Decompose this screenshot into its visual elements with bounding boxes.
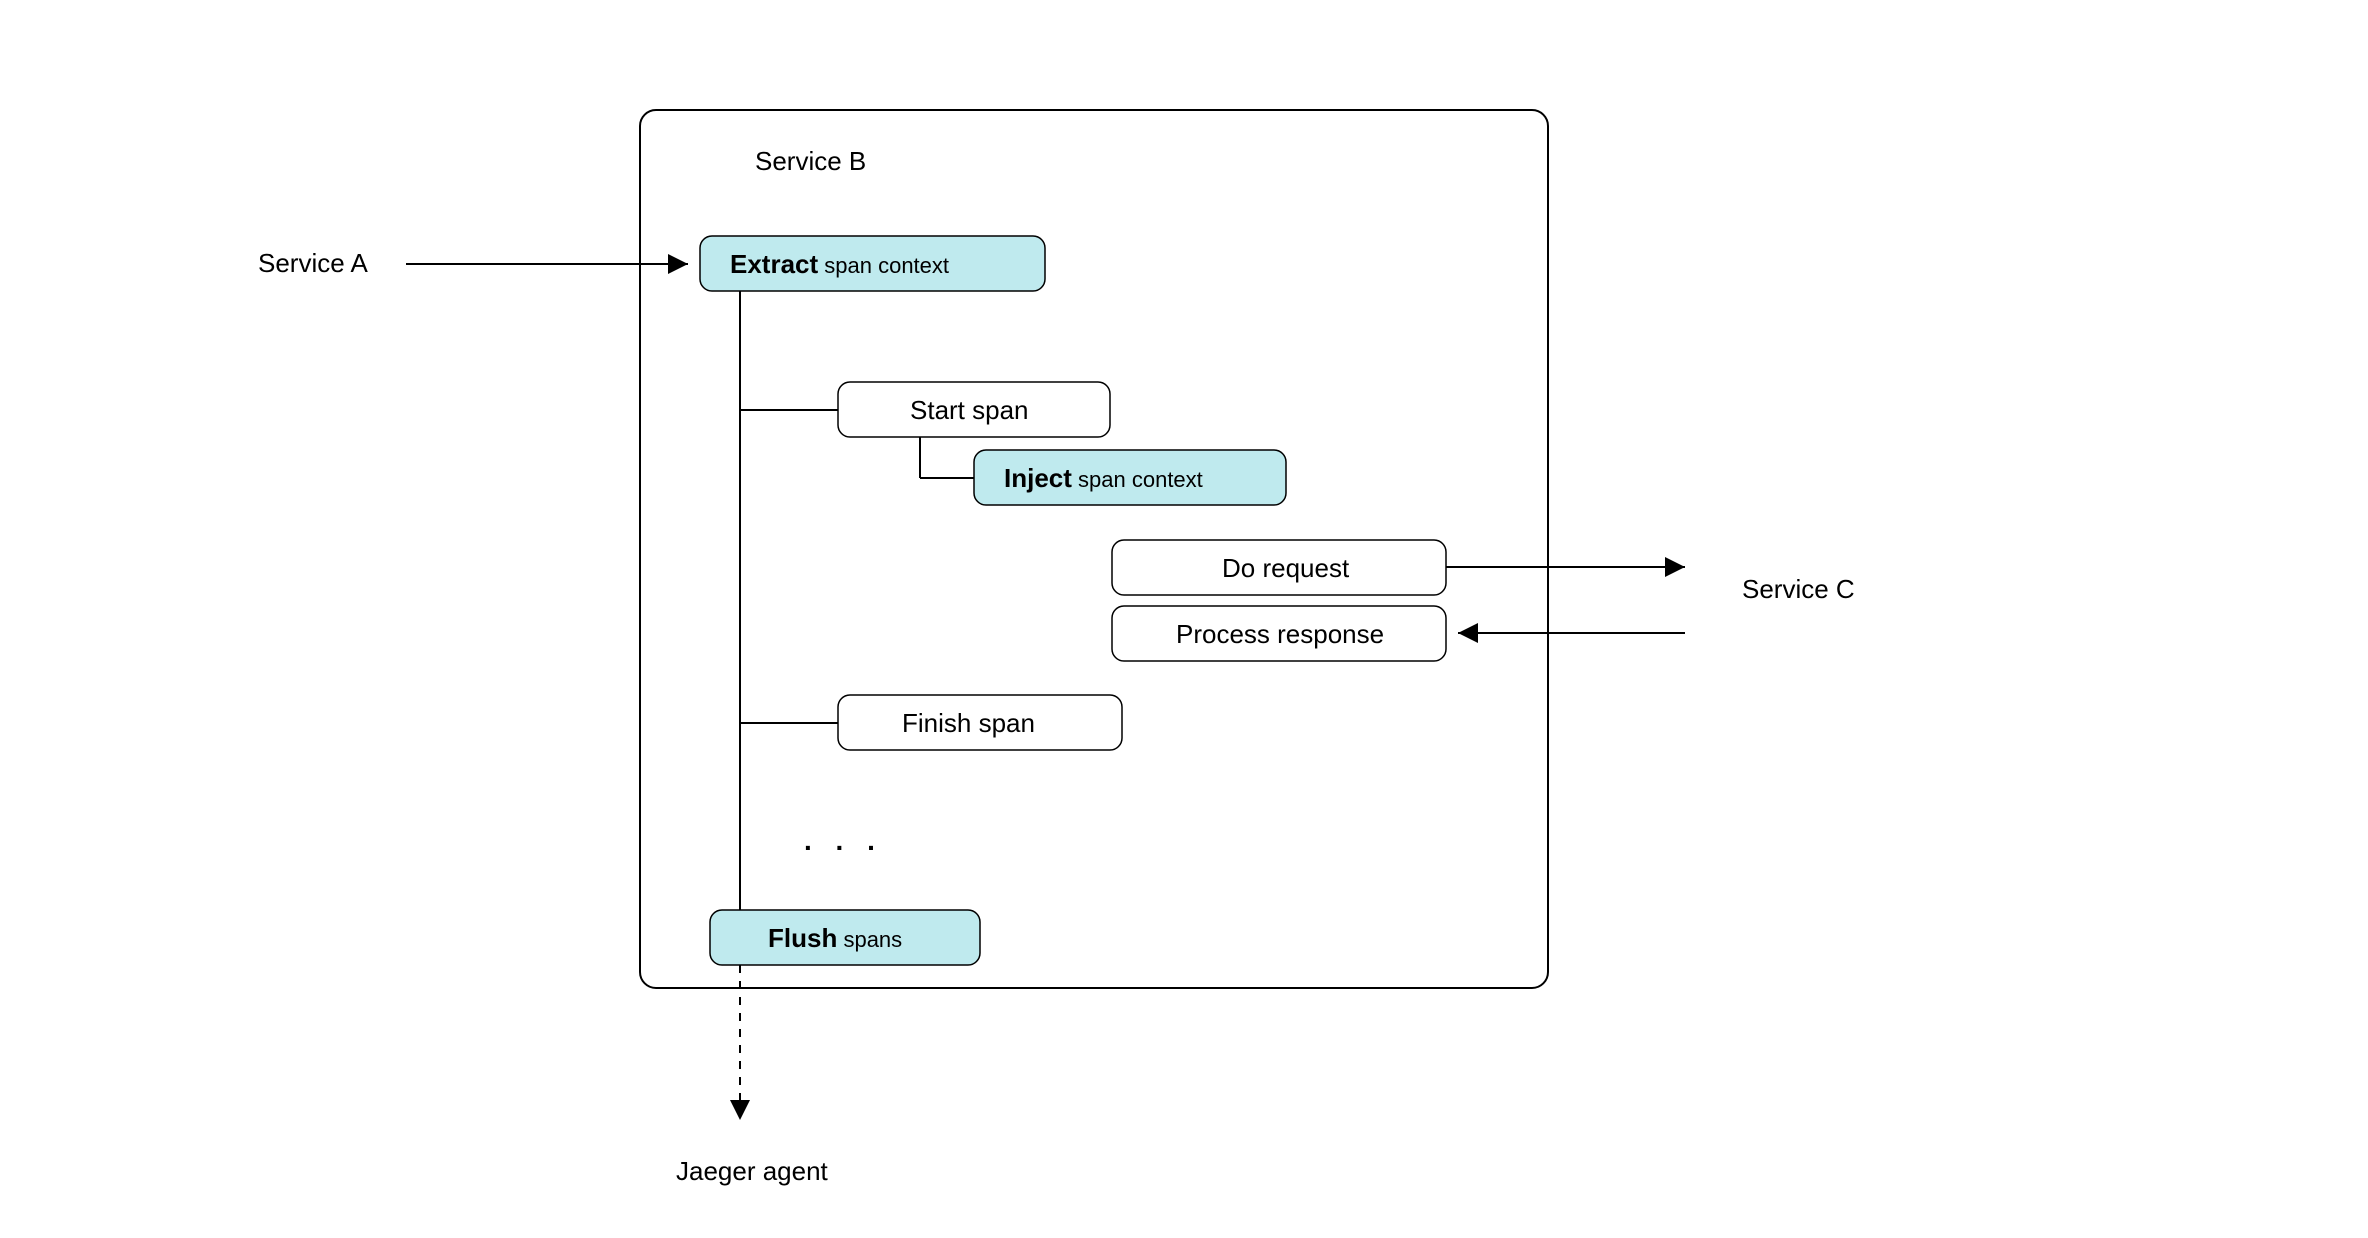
service-b-title: Service B bbox=[755, 146, 866, 176]
node-flush: Flush spans bbox=[710, 910, 980, 965]
svg-text:Finish span: Finish span bbox=[902, 708, 1035, 738]
jaeger-agent-label: Jaeger agent bbox=[676, 1156, 829, 1186]
svg-text:Process response: Process response bbox=[1176, 619, 1384, 649]
service-c-label: Service C bbox=[1742, 574, 1855, 604]
node-do-request: Do request bbox=[1112, 540, 1446, 595]
svg-text:Inject span context: Inject span context bbox=[1004, 463, 1203, 493]
node-finish-span: Finish span bbox=[838, 695, 1122, 750]
node-inject: Inject span context bbox=[974, 450, 1286, 505]
node-start-span: Start span bbox=[838, 382, 1110, 437]
ellipsis: . . . bbox=[804, 825, 883, 856]
node-extract: Extract span context bbox=[700, 236, 1045, 291]
svg-text:Start span: Start span bbox=[910, 395, 1029, 425]
svg-text:Do request: Do request bbox=[1222, 553, 1350, 583]
svg-text:Flush spans: Flush spans bbox=[768, 923, 902, 953]
node-process-response: Process response bbox=[1112, 606, 1446, 661]
svg-text:Extract span context: Extract span context bbox=[730, 249, 949, 279]
service-a-label: Service A bbox=[258, 248, 368, 278]
